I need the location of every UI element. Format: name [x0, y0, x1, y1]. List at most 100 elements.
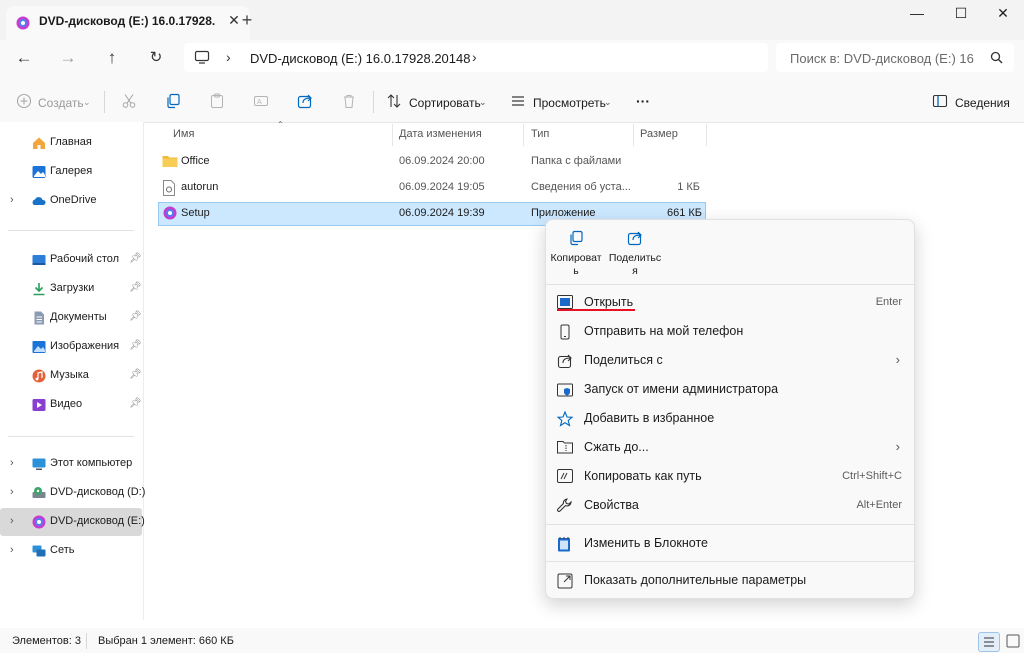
file-type: Сведения об уста... — [531, 181, 631, 193]
chevron-right-icon[interactable]: › — [10, 486, 14, 498]
quick-action-copy[interactable]: Копироват ь — [546, 230, 606, 278]
menu-item-more-options[interactable]: Показать дополнительные параметры — [546, 566, 914, 595]
open-app-icon — [557, 295, 573, 309]
view-button[interactable]: Просмотреть — [533, 96, 606, 110]
pin-icon[interactable]: 📌︎ — [129, 398, 142, 409]
view-icon[interactable] — [510, 93, 526, 109]
file-date: 06.09.2024 19:05 — [399, 181, 485, 193]
chevron-right-icon[interactable]: › — [10, 544, 14, 556]
sidebar-item-onedrive[interactable]: › OneDrive — [0, 187, 142, 215]
sidebar-item-music[interactable]: Музыка 📌︎ — [0, 362, 142, 390]
column-header-name[interactable]: Имя — [173, 128, 194, 140]
pin-icon[interactable]: 📌︎ — [129, 369, 142, 380]
column-divider[interactable] — [523, 124, 524, 146]
monitor-icon[interactable] — [194, 49, 210, 65]
status-selection: Выбран 1 элемент: 660 КБ — [98, 635, 234, 647]
toolbar-separator — [373, 91, 374, 113]
share-icon[interactable] — [297, 93, 313, 109]
menu-item-open[interactable]: Открыть Enter — [546, 288, 914, 317]
minimize-button[interactable]: — — [902, 4, 932, 22]
chevron-right-icon: › — [895, 439, 900, 454]
details-view-button[interactable] — [978, 632, 1000, 652]
create-button[interactable]: Создать — [38, 96, 84, 110]
up-button[interactable]: ↑ — [100, 48, 124, 68]
more-options-button[interactable]: ··· — [636, 93, 650, 109]
breadcrumb-current[interactable]: DVD-дисковод (E:) 16.0.17928.20148 — [250, 51, 470, 66]
chevron-right-icon[interactable]: › — [10, 515, 14, 527]
menu-item-label: Показать дополнительные параметры — [584, 573, 807, 587]
create-dropdown-icon[interactable]: ⌄ — [83, 97, 91, 108]
quick-action-share[interactable]: Поделитьс я — [605, 230, 665, 278]
sidebar-item-network[interactable]: › Сеть — [0, 537, 142, 565]
sidebar-item-this-pc[interactable]: › Этот компьютер — [0, 450, 142, 478]
view-dropdown-icon[interactable]: ⌄ — [604, 97, 612, 108]
sort-dropdown-icon[interactable]: ⌄ — [479, 97, 487, 108]
zip-folder-icon — [557, 440, 573, 454]
tiles-view-button[interactable] — [1004, 632, 1022, 650]
tiles-view-icon — [1006, 634, 1020, 648]
column-header-date[interactable]: Дата изменения — [399, 128, 482, 140]
table-row[interactable]: Office 06.09.2024 20:00 Папка с файлами — [158, 151, 704, 173]
table-row[interactable]: autorun 06.09.2024 19:05 Сведения об уст… — [158, 177, 704, 199]
maximize-button[interactable]: ☐ — [946, 4, 976, 22]
sidebar-item-desktop[interactable]: Рабочий стол 📌︎ — [0, 246, 142, 274]
column-divider[interactable] — [633, 124, 634, 146]
onedrive-icon — [32, 194, 46, 208]
cut-icon[interactable] — [121, 93, 137, 109]
column-header-size[interactable]: Размер — [640, 128, 678, 140]
search-input[interactable]: Поиск в: DVD-дисковод (E:) 16.0.17928.20… — [790, 51, 975, 66]
new-tab-button[interactable]: + — [238, 11, 256, 29]
menu-item-run-as-admin[interactable]: Запуск от имени администратора — [546, 375, 914, 404]
forward-button[interactable]: → — [56, 48, 80, 68]
pin-icon[interactable]: 📌︎ — [129, 340, 142, 351]
copy-icon[interactable] — [165, 93, 181, 109]
sidebar-item-label: DVD-дисковод (D:) — [50, 486, 146, 498]
rename-icon[interactable]: A — [253, 93, 269, 109]
file-date: 06.09.2024 20:00 — [399, 155, 485, 167]
menu-item-share-with[interactable]: Поделиться с › — [546, 346, 914, 375]
sidebar-item-dvd-d[interactable]: › DVD-дисковод (D:) — [0, 479, 146, 507]
chevron-right-icon[interactable]: › — [10, 194, 14, 206]
sidebar-item-downloads[interactable]: Загрузки 📌︎ — [0, 275, 142, 303]
search-icon[interactable] — [990, 51, 1003, 64]
pin-icon[interactable]: 📌︎ — [129, 253, 142, 264]
close-window-button[interactable]: ✕ — [988, 4, 1018, 22]
network-icon — [32, 544, 46, 558]
menu-item-edit-notepad[interactable]: Изменить в Блокноте — [546, 529, 914, 558]
menu-item-send-to-phone[interactable]: Отправить на мой телефон — [546, 317, 914, 346]
delete-icon[interactable] — [341, 93, 357, 109]
sidebar-item-pictures[interactable]: Изображения 📌︎ — [0, 333, 142, 361]
menu-item-compress[interactable]: Сжать до... › — [546, 433, 914, 462]
pin-icon[interactable]: 📌︎ — [129, 282, 142, 293]
column-divider[interactable] — [392, 124, 393, 146]
column-header-type[interactable]: Тип — [531, 128, 549, 140]
menu-item-add-favorites[interactable]: Добавить в избранное — [546, 404, 914, 433]
pin-icon[interactable]: 📌︎ — [129, 311, 142, 322]
details-pane-icon[interactable] — [932, 93, 948, 109]
back-button[interactable]: ← — [12, 48, 36, 68]
menu-item-shortcut: Alt+Enter — [856, 499, 902, 511]
breadcrumb-chevron-icon[interactable]: › — [226, 49, 231, 65]
refresh-button[interactable]: ↻ — [144, 48, 168, 68]
sidebar-divider — [8, 436, 134, 437]
sidebar-item-gallery[interactable]: Галерея — [0, 158, 142, 186]
menu-item-properties[interactable]: Свойства Alt+Enter — [546, 491, 914, 520]
tab-title: DVD-дисковод (E:) 16.0.17928. — [39, 14, 216, 28]
sort-icon[interactable] — [386, 93, 402, 109]
sidebar-item-video[interactable]: Видео 📌︎ — [0, 391, 142, 419]
menu-item-shortcut: Enter — [875, 296, 902, 308]
details-button[interactable]: Сведения — [955, 96, 1010, 110]
sidebar-item-documents[interactable]: Документы 📌︎ — [0, 304, 142, 332]
paste-icon[interactable] — [209, 93, 225, 109]
breadcrumb-chevron-icon[interactable]: › — [472, 49, 477, 65]
sidebar-item-dvd-e[interactable]: › DVD-дисковод (E:) — [0, 508, 145, 536]
share-icon — [557, 353, 573, 369]
chevron-right-icon[interactable]: › — [10, 457, 14, 469]
folder-icon — [162, 154, 178, 168]
menu-item-label: Запуск от имени администратора — [584, 382, 779, 396]
sidebar-item-home[interactable]: Главная — [0, 129, 142, 157]
column-divider[interactable] — [706, 124, 707, 146]
sort-button[interactable]: Сортировать — [409, 96, 481, 110]
menu-item-copy-as-path[interactable]: Копировать как путь Ctrl+Shift+C — [546, 462, 914, 491]
new-plus-icon[interactable] — [16, 93, 32, 109]
